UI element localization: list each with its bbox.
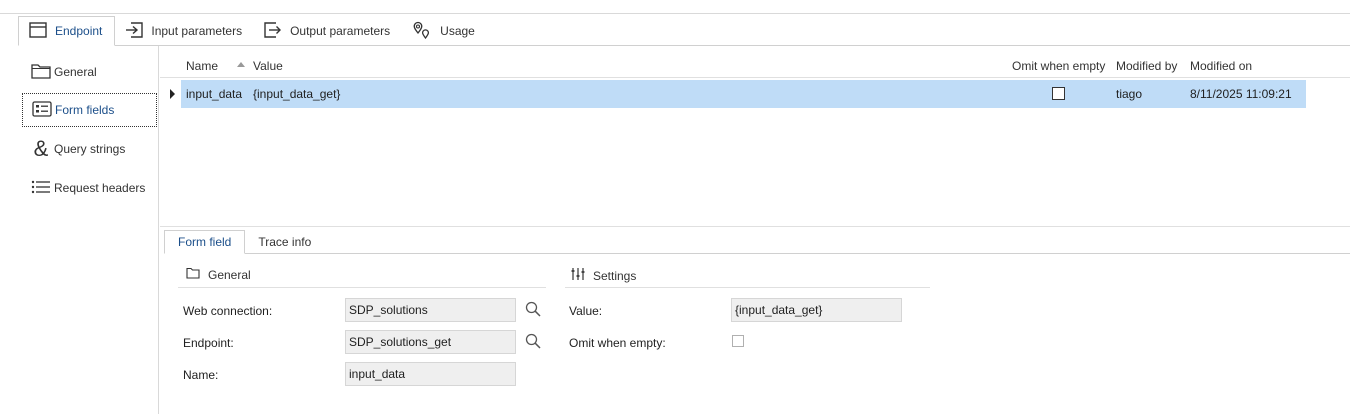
sliders-icon	[571, 267, 593, 284]
window-icon	[29, 21, 55, 41]
form-icon	[32, 100, 55, 120]
column-header-name[interactable]: Name	[186, 59, 218, 73]
column-header-omit-when-empty[interactable]: Omit when empty	[1012, 59, 1105, 73]
sort-ascending-icon	[237, 62, 245, 67]
tab-label: Endpoint	[55, 24, 103, 38]
nav-item-request-headers[interactable]: Request headers	[22, 171, 157, 205]
cell-name: input_data	[186, 87, 243, 101]
nav-item-general[interactable]: General	[22, 55, 157, 89]
nav-item-query-strings[interactable]: & Query strings	[22, 132, 157, 166]
settings-section-title: Settings	[571, 267, 636, 284]
row-expand-caret-icon[interactable]	[170, 89, 175, 99]
search-icon[interactable]	[525, 333, 541, 352]
tab-output-parameters[interactable]: Output parameters	[254, 16, 402, 46]
ampersand-icon: &	[33, 136, 49, 161]
cell-value: {input_data_get}	[253, 87, 341, 101]
tab-form-field[interactable]: Form field	[164, 230, 246, 254]
folder-icon	[31, 63, 54, 82]
table-row[interactable]: input_data {input_data_get} tiago 8/11/2…	[181, 80, 1306, 108]
settings-section-divider	[565, 287, 930, 288]
web-connection-label: Web connection:	[183, 304, 273, 318]
grid-header: Name Value Omit when empty Modified by M…	[160, 52, 1350, 78]
tab-label: Input parameters	[151, 24, 243, 38]
value-label: Value:	[569, 304, 603, 318]
tab-label: Usage	[440, 24, 475, 38]
arrow-out-box-icon	[264, 21, 290, 41]
arrow-into-box-icon	[125, 21, 151, 41]
main-tab-bar: Endpoint Input parameters Output paramet…	[18, 16, 487, 46]
cell-omit-when-empty-checkbox[interactable]	[1052, 87, 1065, 100]
nav-item-form-fields[interactable]: Form fields	[22, 93, 157, 127]
tab-label: Output parameters	[290, 24, 391, 38]
tab-bar-divider	[18, 45, 1350, 46]
name-field[interactable]: input_data	[345, 362, 516, 386]
section-label: Settings	[593, 268, 637, 283]
detail-tab-divider	[164, 253, 1350, 254]
column-header-modified-on[interactable]: Modified on	[1190, 59, 1252, 73]
detail-tab-bar: Form field Trace info	[164, 230, 324, 254]
tab-input-parameters[interactable]: Input parameters	[115, 16, 254, 46]
general-section-divider	[178, 287, 546, 288]
section-label: General	[208, 267, 251, 282]
name-label: Name:	[183, 368, 219, 382]
list-icon	[31, 179, 54, 198]
search-icon[interactable]	[525, 301, 541, 320]
top-border	[0, 13, 1350, 14]
nav-item-label: General	[54, 65, 97, 79]
tab-trace-info[interactable]: Trace info	[245, 230, 324, 254]
endpoint-label: Endpoint:	[183, 336, 234, 350]
web-connection-field[interactable]: SDP_solutions	[345, 298, 516, 322]
column-header-value[interactable]: Value	[253, 59, 283, 73]
left-nav-divider	[158, 46, 159, 414]
cell-modified-by: tiago	[1116, 87, 1143, 101]
nav-item-label: Query strings	[54, 142, 126, 156]
grid-bottom-divider	[160, 226, 1350, 227]
folder-icon	[186, 267, 208, 282]
endpoint-field[interactable]: SDP_solutions_get	[345, 330, 516, 354]
tab-usage[interactable]: Usage	[402, 16, 487, 46]
cell-modified-on: 8/11/2025 11:09:21	[1190, 87, 1292, 101]
nav-item-label: Form fields	[55, 103, 115, 117]
general-section-title: General	[186, 267, 251, 282]
tab-endpoint[interactable]: Endpoint	[18, 16, 116, 46]
nav-item-label: Request headers	[54, 181, 146, 195]
omit-when-empty-checkbox[interactable]	[732, 335, 744, 347]
omit-when-empty-label: Omit when empty:	[569, 336, 666, 350]
value-field[interactable]: {input_data_get}	[731, 298, 902, 322]
location-pins-icon	[412, 21, 440, 42]
column-header-modified-by[interactable]: Modified by	[1116, 59, 1177, 73]
